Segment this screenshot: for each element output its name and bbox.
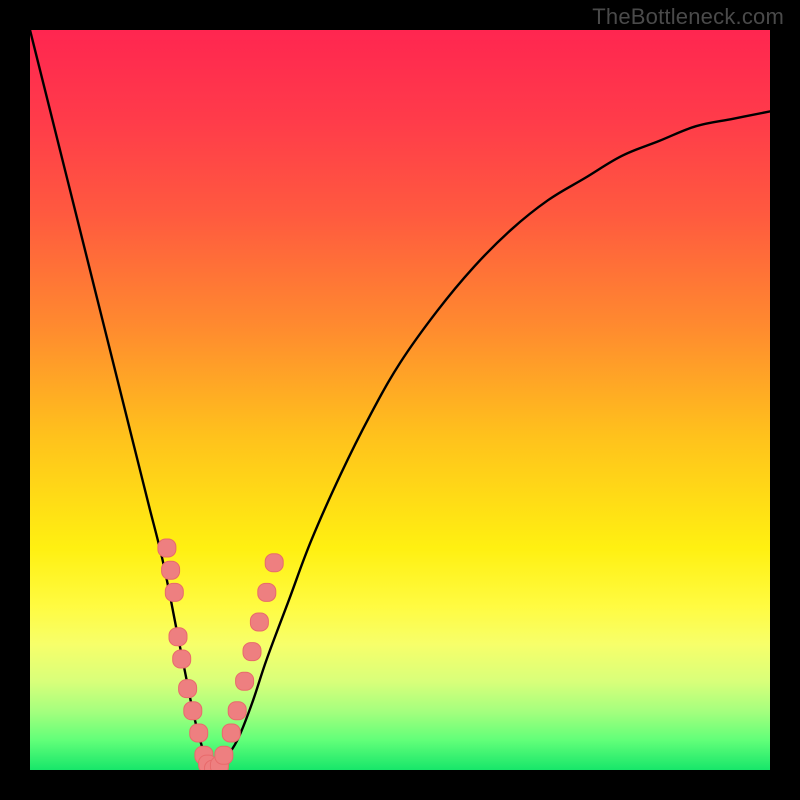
marker-bead xyxy=(243,643,261,661)
marker-bead xyxy=(173,650,191,668)
marker-bead xyxy=(190,724,208,742)
chart-frame: TheBottleneck.com xyxy=(0,0,800,800)
marker-bead xyxy=(265,554,283,572)
markers-group xyxy=(158,539,283,770)
marker-bead xyxy=(228,702,246,720)
marker-bead xyxy=(162,561,180,579)
marker-bead xyxy=(236,672,254,690)
chart-svg xyxy=(30,30,770,770)
plot-area xyxy=(30,30,770,770)
marker-bead xyxy=(184,702,202,720)
marker-bead xyxy=(179,680,197,698)
marker-bead xyxy=(258,583,276,601)
marker-bead xyxy=(158,539,176,557)
marker-bead xyxy=(215,746,233,764)
marker-bead xyxy=(222,724,240,742)
marker-bead xyxy=(169,628,187,646)
watermark-text: TheBottleneck.com xyxy=(592,4,784,30)
marker-bead xyxy=(250,613,268,631)
marker-bead xyxy=(165,583,183,601)
bottleneck-curve xyxy=(30,30,770,770)
